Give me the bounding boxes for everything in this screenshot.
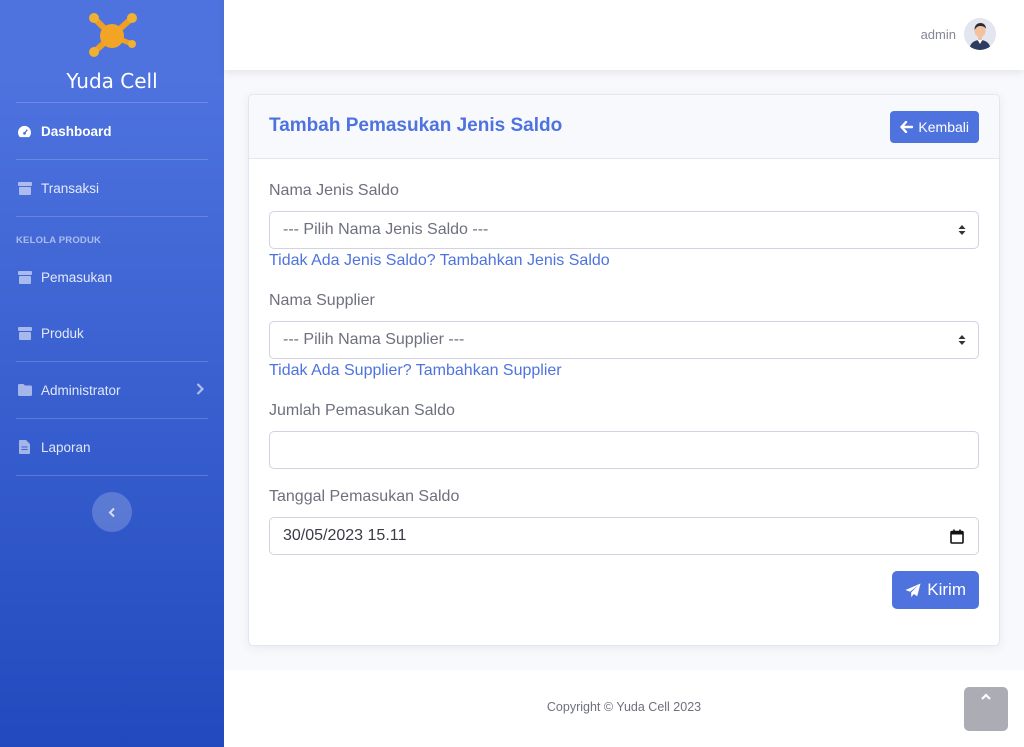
- box-icon: [17, 270, 32, 285]
- sidebar-item-transaksi[interactable]: Transaksi: [0, 168, 224, 208]
- page-title: Tambah Pemasukan Jenis Saldo: [269, 115, 563, 136]
- folder-icon: [17, 383, 32, 398]
- jumlah-label: Jumlah Pemasukan Saldo: [269, 402, 455, 419]
- brand-name: Yuda Cell: [66, 69, 158, 93]
- sidebar-divider: [16, 102, 208, 103]
- tanggal-input[interactable]: 30/05/2023 15.11: [269, 517, 979, 555]
- add-jenis-saldo-link[interactable]: Tidak Ada Jenis Saldo? Tambahkan Jenis S…: [269, 252, 610, 270]
- sidebar-item-produk[interactable]: Produk: [0, 313, 224, 353]
- calendar-icon[interactable]: [950, 529, 964, 544]
- sidebar-item-pemasukan[interactable]: Pemasukan: [0, 257, 224, 297]
- sidebar-item-laporan[interactable]: Laporan: [0, 427, 224, 467]
- topbar: admin: [224, 0, 1024, 70]
- jenis-saldo-select[interactable]: --- Pilih Nama Jenis Saldo ---: [269, 211, 979, 249]
- brand-logo-icon: [89, 13, 137, 57]
- box-icon: [17, 181, 32, 196]
- jenis-saldo-selected: --- Pilih Nama Jenis Saldo ---: [283, 221, 489, 238]
- copyright: Copyright © Yuda Cell 2023: [546, 700, 702, 714]
- select-caret-icon: [958, 225, 966, 235]
- sidebar-divider: [16, 418, 208, 419]
- card-header: Tambah Pemasukan Jenis Saldo Kembali: [249, 95, 999, 159]
- submit-button[interactable]: Kirim: [892, 571, 979, 609]
- chevron-up-icon: [981, 693, 991, 700]
- sidebar: Yuda Cell Dashboard Transaksi KELOLA PRO…: [0, 0, 224, 747]
- sidebar-divider: [16, 361, 208, 362]
- sidebar-divider: [16, 216, 208, 217]
- supplier-label: Nama Supplier: [269, 292, 375, 309]
- sidebar-item-label: Administrator: [41, 382, 121, 398]
- select-caret-icon: [958, 335, 966, 345]
- sidebar-item-label: Laporan: [41, 439, 91, 455]
- chevron-right-icon: [196, 383, 205, 398]
- sidebar-section-heading: KELOLA PRODUK: [16, 235, 102, 246]
- sidebar-toggle-button[interactable]: [92, 492, 132, 532]
- sidebar-item-label: Pemasukan: [41, 269, 113, 285]
- user-name[interactable]: admin: [921, 27, 956, 42]
- avatar[interactable]: [964, 18, 996, 50]
- sidebar-divider: [16, 475, 208, 476]
- brand[interactable]: Yuda Cell: [0, 0, 224, 102]
- sidebar-item-dashboard[interactable]: Dashboard: [0, 111, 224, 151]
- back-button-label: Kembali: [918, 119, 969, 135]
- sidebar-item-administrator[interactable]: Administrator: [0, 370, 224, 410]
- submit-button-label: Kirim: [927, 580, 966, 599]
- sidebar-divider: [16, 159, 208, 160]
- tanggal-value: 30/05/2023 15.11: [283, 527, 407, 544]
- file-icon: [17, 440, 32, 455]
- paper-plane-icon: [905, 583, 921, 597]
- supplier-selected: --- Pilih Nama Supplier ---: [283, 331, 465, 348]
- jenis-saldo-label: Nama Jenis Saldo: [269, 182, 399, 199]
- form-card: Tambah Pemasukan Jenis Saldo Kembali Nam…: [248, 94, 1000, 646]
- sidebar-item-label: Transaksi: [41, 180, 100, 196]
- tachometer-icon: [17, 124, 32, 139]
- sidebar-item-label: Dashboard: [41, 123, 112, 139]
- chevron-left-icon: [108, 507, 115, 517]
- supplier-select[interactable]: --- Pilih Nama Supplier ---: [269, 321, 979, 359]
- footer: Copyright © Yuda Cell 2023: [224, 670, 1024, 747]
- box-icon: [17, 326, 32, 341]
- arrow-left-icon: [900, 121, 914, 133]
- tanggal-label: Tanggal Pemasukan Saldo: [269, 488, 460, 505]
- jumlah-input[interactable]: [269, 431, 979, 469]
- scroll-to-top-button[interactable]: [964, 687, 1008, 731]
- add-supplier-link[interactable]: Tidak Ada Supplier? Tambahkan Supplier: [269, 362, 562, 380]
- back-button[interactable]: Kembali: [890, 111, 979, 143]
- sidebar-item-label: Produk: [41, 325, 84, 341]
